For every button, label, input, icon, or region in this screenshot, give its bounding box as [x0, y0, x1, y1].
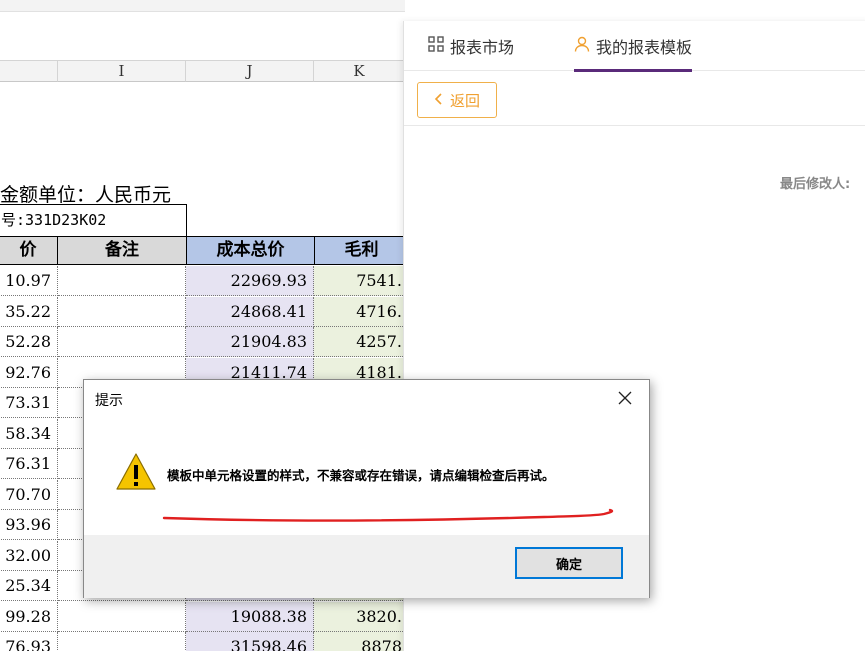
remarks-cell[interactable]	[58, 297, 186, 327]
remarks-cell[interactable]	[58, 632, 186, 651]
panel-divider	[404, 125, 865, 126]
header-unit-price[interactable]: 价	[0, 236, 58, 265]
unit-price-cell[interactable]: 93.96	[0, 510, 58, 540]
back-button-label: 返回	[449, 91, 480, 110]
column-header-i[interactable]: I	[58, 60, 186, 82]
column-header-k[interactable]: K	[314, 60, 405, 82]
dialog-message: 模板中单元格设置的样式，不兼容或存在错误，请点编辑检查后再试。	[167, 468, 555, 483]
back-button[interactable]: 返回	[417, 82, 497, 118]
tab-report-market[interactable]: 报表市场	[428, 21, 514, 71]
currency-unit-text: 金额单位：人民币元	[0, 184, 172, 206]
unit-price-cell[interactable]: 35.22	[0, 297, 58, 327]
unit-price-cell[interactable]: 58.34	[0, 419, 58, 449]
alert-dialog: 提示 模板中单元格设置的样式，不兼容或存在错误，请点编辑检查后再试。 确定	[83, 379, 650, 598]
ok-button[interactable]: 确定	[515, 547, 623, 579]
grid-icon	[428, 36, 444, 56]
unit-price-cell[interactable]: 73.31	[0, 388, 58, 418]
dialog-footer: 确定	[84, 535, 649, 598]
tab-report-market-label: 报表市场	[450, 38, 515, 57]
user-icon	[574, 36, 590, 56]
chevron-left-icon	[434, 91, 444, 109]
header-total-cost[interactable]: 成本总价	[186, 236, 315, 265]
total-cost-cell[interactable]: 19088.38	[186, 602, 314, 632]
remarks-cell[interactable]	[58, 602, 186, 632]
remarks-cell[interactable]	[58, 266, 186, 296]
unit-price-cell[interactable]: 70.70	[0, 480, 58, 510]
total-cost-cell[interactable]: 24868.41	[186, 297, 314, 327]
total-cost-cell[interactable]: 22969.93	[186, 266, 314, 296]
gross-profit-cell[interactable]: 4257.	[314, 327, 405, 357]
gross-profit-cell[interactable]: 3820.	[314, 602, 405, 632]
column-header-j[interactable]: J	[186, 60, 314, 82]
unit-price-cell[interactable]: 10.97	[0, 266, 58, 296]
total-cost-cell[interactable]: 21904.83	[186, 327, 314, 357]
dialog-body: 模板中单元格设置的样式，不兼容或存在错误，请点编辑检查后再试。	[84, 420, 649, 535]
unit-price-cell[interactable]: 92.76	[0, 358, 58, 388]
column-header-h[interactable]	[0, 60, 58, 82]
gross-profit-cell[interactable]: 7541.	[314, 266, 405, 296]
ribbon-strip	[0, 0, 405, 12]
warning-icon	[115, 452, 157, 492]
header-gross-profit[interactable]: 毛利	[314, 236, 405, 265]
unit-price-cell[interactable]: 32.00	[0, 541, 58, 571]
dialog-title: 提示	[95, 393, 123, 409]
tab-my-report-templates-label: 我的报表模板	[596, 38, 693, 57]
total-cost-cell[interactable]: 31598.46	[186, 632, 314, 651]
gross-profit-cell[interactable]: 4716.	[314, 297, 405, 327]
unit-price-cell[interactable]: 76.31	[0, 449, 58, 479]
unit-price-cell[interactable]: 25.34	[0, 571, 58, 601]
document-code-cell[interactable]: 号:331D23K02	[0, 204, 187, 236]
close-icon[interactable]	[613, 386, 637, 410]
gross-profit-cell[interactable]: 8878	[314, 632, 405, 651]
unit-price-cell[interactable]: 52.28	[0, 327, 58, 357]
remarks-cell[interactable]	[58, 327, 186, 357]
unit-price-cell[interactable]: 99.28	[0, 602, 58, 632]
last-modified-label: 最后修改人:	[780, 177, 851, 192]
panel-tab-bar: 报表市场 我的报表模板	[404, 21, 865, 72]
header-remarks[interactable]: 备注	[57, 236, 187, 265]
unit-price-cell[interactable]: 76.93	[0, 632, 58, 651]
tab-my-report-templates[interactable]: 我的报表模板	[574, 21, 693, 72]
